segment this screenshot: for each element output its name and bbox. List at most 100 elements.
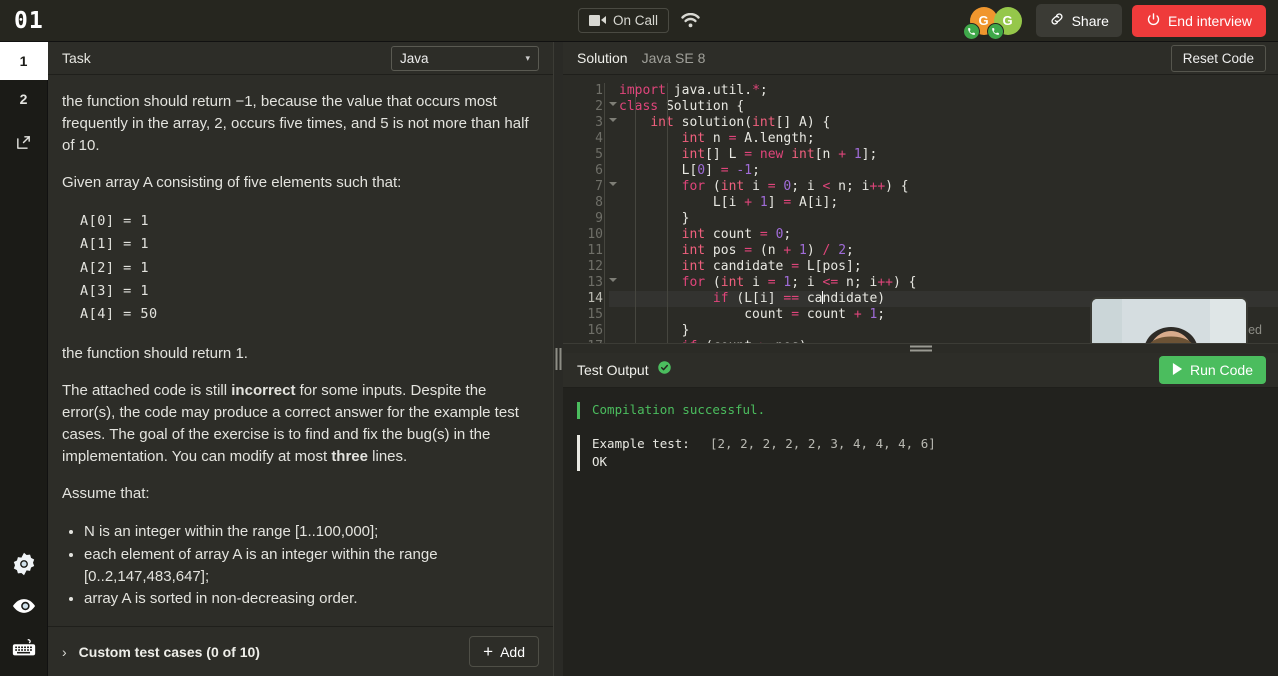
code-token: (: [705, 179, 721, 194]
code-token: int: [682, 227, 705, 242]
test-output-body: Compilation successful. Example test: [2…: [563, 388, 1278, 676]
text-fragment: lines.: [368, 448, 407, 465]
task-title: Task: [62, 50, 91, 66]
code-token: (n: [752, 243, 783, 258]
link-icon: [1049, 11, 1065, 30]
code-token: int: [650, 115, 673, 130]
editor-output-splitter[interactable]: [563, 343, 1278, 353]
code-line[interactable]: class Solution {: [619, 99, 1278, 115]
indent-guide: [667, 83, 668, 343]
code-token: solution(: [674, 115, 752, 130]
code-line[interactable]: int candidate = L[pos];: [619, 259, 1278, 275]
run-code-label: Run Code: [1190, 362, 1253, 378]
code-token: [768, 227, 776, 242]
task-paragraph: The attached code is still incorrect for…: [62, 380, 531, 467]
line-number: 4: [563, 131, 609, 147]
code-token: ; i: [791, 275, 822, 290]
code-token: [619, 179, 682, 194]
code-token: [] L: [705, 147, 744, 162]
phone-icon: [987, 23, 1004, 40]
code-line[interactable]: L[0] = -1;: [619, 163, 1278, 179]
indent-guide: [635, 83, 636, 343]
code-line[interactable]: int[] L = new int[n + 1];: [619, 147, 1278, 163]
code-token: count: [799, 307, 854, 322]
code-token: ++: [870, 179, 886, 194]
code-token: <=: [823, 275, 839, 290]
example-test-content: Example test: [2, 2, 2, 2, 2, 3, 4, 4, 4…: [592, 435, 936, 471]
code-token: =: [760, 227, 768, 242]
code-line[interactable]: }: [619, 211, 1278, 227]
code-line[interactable]: int count = 0;: [619, 227, 1278, 243]
app-body: 1 2: [0, 42, 1278, 676]
code-line[interactable]: for (int i = 0; i < n; i++) {: [619, 179, 1278, 195]
line-number: 3: [563, 115, 609, 131]
panel-vertical-splitter[interactable]: [553, 42, 563, 676]
avatar[interactable]: G: [994, 7, 1022, 35]
code-token: 0: [697, 163, 705, 178]
line-number: 10: [563, 227, 609, 243]
solution-runtime: Java SE 8: [642, 50, 706, 66]
keyboard-icon[interactable]: [10, 634, 38, 662]
task-paragraph: the function should return −1, because t…: [62, 91, 531, 156]
code-token: for: [682, 275, 705, 290]
compilation-result: Compilation successful.: [577, 402, 1264, 419]
code-token: java.util.: [666, 83, 752, 98]
code-token: ];: [862, 147, 878, 162]
indent-guide: [604, 83, 605, 343]
code-token: int: [682, 243, 705, 258]
code-token: [752, 147, 760, 162]
code-token: =: [744, 147, 752, 162]
end-interview-button[interactable]: End interview: [1132, 5, 1266, 37]
code-token: L[i: [619, 195, 744, 210]
code-token: if: [713, 291, 729, 306]
code-token: import: [619, 83, 666, 98]
list-item: each element of array A is an integer wi…: [84, 544, 531, 588]
code-token: ;: [760, 83, 768, 98]
task-paragraph: the function should return 1.: [62, 343, 531, 365]
reset-code-button[interactable]: Reset Code: [1171, 45, 1266, 72]
splitter-grip: [555, 348, 562, 370]
code-token: count: [619, 307, 791, 322]
code-line[interactable]: int pos = (n + 1) / 2;: [619, 243, 1278, 259]
add-test-case-button[interactable]: + Add: [469, 636, 539, 667]
code-line[interactable]: int solution(int[] A) {: [619, 115, 1278, 131]
example-test-status: OK: [592, 453, 936, 471]
compilation-message: Compilation successful.: [592, 402, 765, 419]
code-token: L[pos];: [799, 259, 862, 274]
code-token: candidate: [705, 259, 791, 274]
rail-item-2[interactable]: 2: [0, 80, 48, 118]
code-token: }: [619, 211, 689, 226]
code-token: ) {: [885, 179, 908, 194]
test-output-title: Test Output: [577, 362, 649, 378]
code-token: =: [768, 275, 776, 290]
code-token: (L[i]: [729, 291, 784, 306]
interviewer-video[interactable]: [1090, 297, 1248, 343]
rail-item-1[interactable]: 1: [0, 42, 48, 80]
code-line[interactable]: int n = A.length;: [619, 131, 1278, 147]
code-line[interactable]: import java.util.*;: [619, 83, 1278, 99]
code-line[interactable]: for (int i = 1; i <= n; i++) {: [619, 275, 1278, 291]
code-line[interactable]: L[i + 1] = A[i];: [619, 195, 1278, 211]
run-code-button[interactable]: Run Code: [1159, 356, 1266, 384]
line-number: 2: [563, 99, 609, 115]
solution-title: Solution: [577, 50, 628, 66]
code-token: A.length;: [736, 131, 814, 146]
on-call-status[interactable]: On Call: [578, 8, 669, 33]
array-example-block: A[0] = 1 A[1] = 1 A[2] = 1 A[3] = 1 A[4]…: [80, 210, 531, 327]
code-token: count: [705, 227, 760, 242]
code-editor[interactable]: 12345678910111213141516171819202122 impo…: [563, 75, 1278, 343]
share-button[interactable]: Share: [1036, 4, 1122, 37]
edit-square-icon[interactable]: [10, 128, 38, 156]
wifi-icon: [681, 13, 700, 28]
add-label: Add: [500, 644, 525, 660]
language-select[interactable]: Java ▾: [391, 46, 539, 71]
eye-icon[interactable]: [10, 592, 38, 620]
settings-gear-icon[interactable]: [10, 550, 38, 578]
avatar-initial: G: [979, 13, 989, 28]
on-call-label: On Call: [613, 13, 658, 28]
example-test-value: [2, 2, 2, 2, 2, 3, 4, 4, 4, 6]: [710, 435, 936, 453]
chevron-right-icon[interactable]: ›: [62, 644, 67, 660]
code-token: ==: [783, 291, 799, 306]
assumptions-list: N is an integer within the range [1..100…: [84, 521, 531, 610]
code-token: ++: [877, 275, 893, 290]
